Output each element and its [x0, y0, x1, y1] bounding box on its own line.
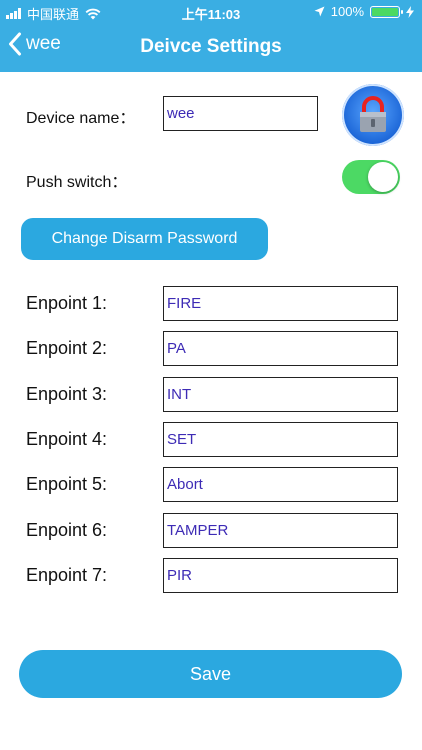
- endpoint-input[interactable]: Abort: [163, 467, 398, 503]
- push-switch-label: Push switch：: [26, 174, 128, 191]
- endpoint-input[interactable]: SET: [163, 421, 398, 457]
- push-switch-toggle[interactable]: [342, 160, 400, 194]
- endpoint-input[interactable]: PA: [163, 331, 398, 367]
- device-name-label: Device name：: [26, 110, 136, 127]
- battery-icon: [370, 5, 403, 18]
- battery-percent: 100%: [330, 4, 364, 19]
- change-disarm-password-button[interactable]: Change Disarm Password: [21, 218, 268, 260]
- page-title: Deivce Settings: [140, 36, 282, 57]
- endpoint-input[interactable]: FIRE: [163, 286, 398, 321]
- endpoint-label: Enpoint 3:: [26, 383, 108, 404]
- device-name-input[interactable]: wee: [163, 96, 318, 131]
- status-right: 100%: [314, 4, 414, 19]
- charging-bolt-icon: [406, 5, 414, 18]
- endpoint-input[interactable]: PIR: [163, 557, 398, 593]
- endpoint-label: Enpoint 5:: [26, 474, 108, 495]
- endpoint-label: Enpoint 6:: [26, 519, 108, 540]
- save-button[interactable]: Save: [19, 650, 402, 698]
- nav-bar: wee Deivce Settings: [0, 24, 422, 72]
- lock-button[interactable]: [342, 84, 404, 146]
- header-bar: 中国联通 上午11:03 100% wee Deivce Settings: [0, 0, 422, 72]
- endpoint-label: Enpoint 7:: [26, 564, 108, 585]
- endpoint-input[interactable]: TAMPER: [163, 512, 398, 548]
- endpoint-input[interactable]: INT: [163, 376, 398, 412]
- status-bar: 中国联通 上午11:03 100%: [0, 0, 422, 24]
- location-arrow-icon: [314, 6, 325, 17]
- endpoint-label: Enpoint 4:: [26, 428, 108, 449]
- endpoint-label: Enpoint 1:: [26, 293, 108, 313]
- padlock-icon: [360, 96, 386, 132]
- toggle-knob: [368, 162, 398, 192]
- endpoint-label: Enpoint 2:: [26, 338, 108, 359]
